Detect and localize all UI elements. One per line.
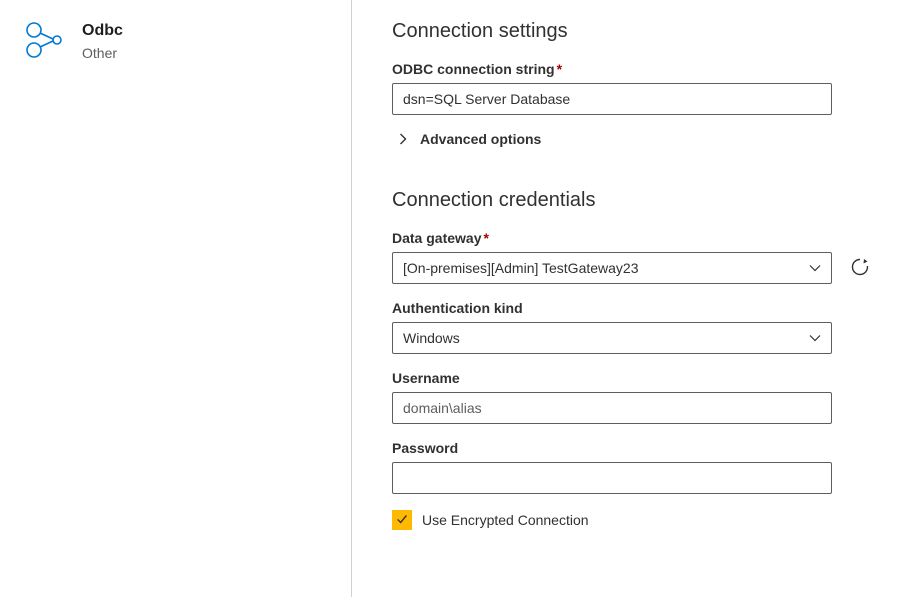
auth-kind-select-wrapper: Windows — [392, 322, 832, 354]
check-icon — [395, 512, 409, 529]
password-label: Password — [392, 440, 874, 456]
data-gateway-select[interactable]: [On-premises][Admin] TestGateway23 — [392, 252, 832, 284]
required-star: * — [557, 61, 562, 77]
data-gateway-select-wrapper: [On-premises][Admin] TestGateway23 — [392, 252, 832, 284]
auth-kind-select[interactable]: Windows — [392, 322, 832, 354]
connection-string-label: ODBC connection string* — [392, 61, 874, 77]
password-field: Password — [392, 440, 874, 494]
required-star: * — [483, 230, 488, 246]
password-input[interactable] — [392, 462, 832, 494]
username-label: Username — [392, 370, 874, 386]
data-gateway-field: Data gateway* [On-premises][Admin] TestG… — [392, 230, 874, 284]
username-input[interactable] — [392, 392, 832, 424]
dialog-container: Odbc Other Connection settings ODBC conn… — [0, 0, 914, 597]
connector-title: Odbc — [82, 20, 123, 42]
data-gateway-label: Data gateway* — [392, 230, 874, 246]
username-field: Username — [392, 370, 874, 424]
connection-string-input[interactable] — [392, 83, 832, 115]
auth-kind-field: Authentication kind Windows — [392, 300, 874, 354]
use-encrypted-checkbox[interactable] — [392, 510, 412, 530]
connection-credentials-heading: Connection credentials — [392, 189, 874, 212]
data-gateway-label-text: Data gateway — [392, 230, 481, 246]
use-encrypted-row: Use Encrypted Connection — [392, 510, 874, 530]
right-panel: Connection settings ODBC connection stri… — [352, 0, 914, 597]
chevron-right-icon — [396, 132, 410, 146]
odbc-icon — [24, 20, 64, 60]
advanced-options-label: Advanced options — [420, 131, 541, 147]
connection-string-label-text: ODBC connection string — [392, 61, 555, 77]
advanced-options-toggle[interactable]: Advanced options — [392, 131, 874, 147]
connection-string-field: ODBC connection string* — [392, 61, 874, 115]
connector-info: Odbc Other — [82, 20, 123, 63]
refresh-icon — [850, 257, 870, 280]
refresh-gateway-button[interactable] — [846, 254, 874, 282]
connection-settings-heading: Connection settings — [392, 20, 874, 43]
gateway-row: [On-premises][Admin] TestGateway23 — [392, 252, 874, 284]
left-panel: Odbc Other — [0, 0, 352, 597]
auth-kind-label: Authentication kind — [392, 300, 874, 316]
connector-subtitle: Other — [82, 43, 123, 63]
use-encrypted-label[interactable]: Use Encrypted Connection — [422, 512, 589, 528]
